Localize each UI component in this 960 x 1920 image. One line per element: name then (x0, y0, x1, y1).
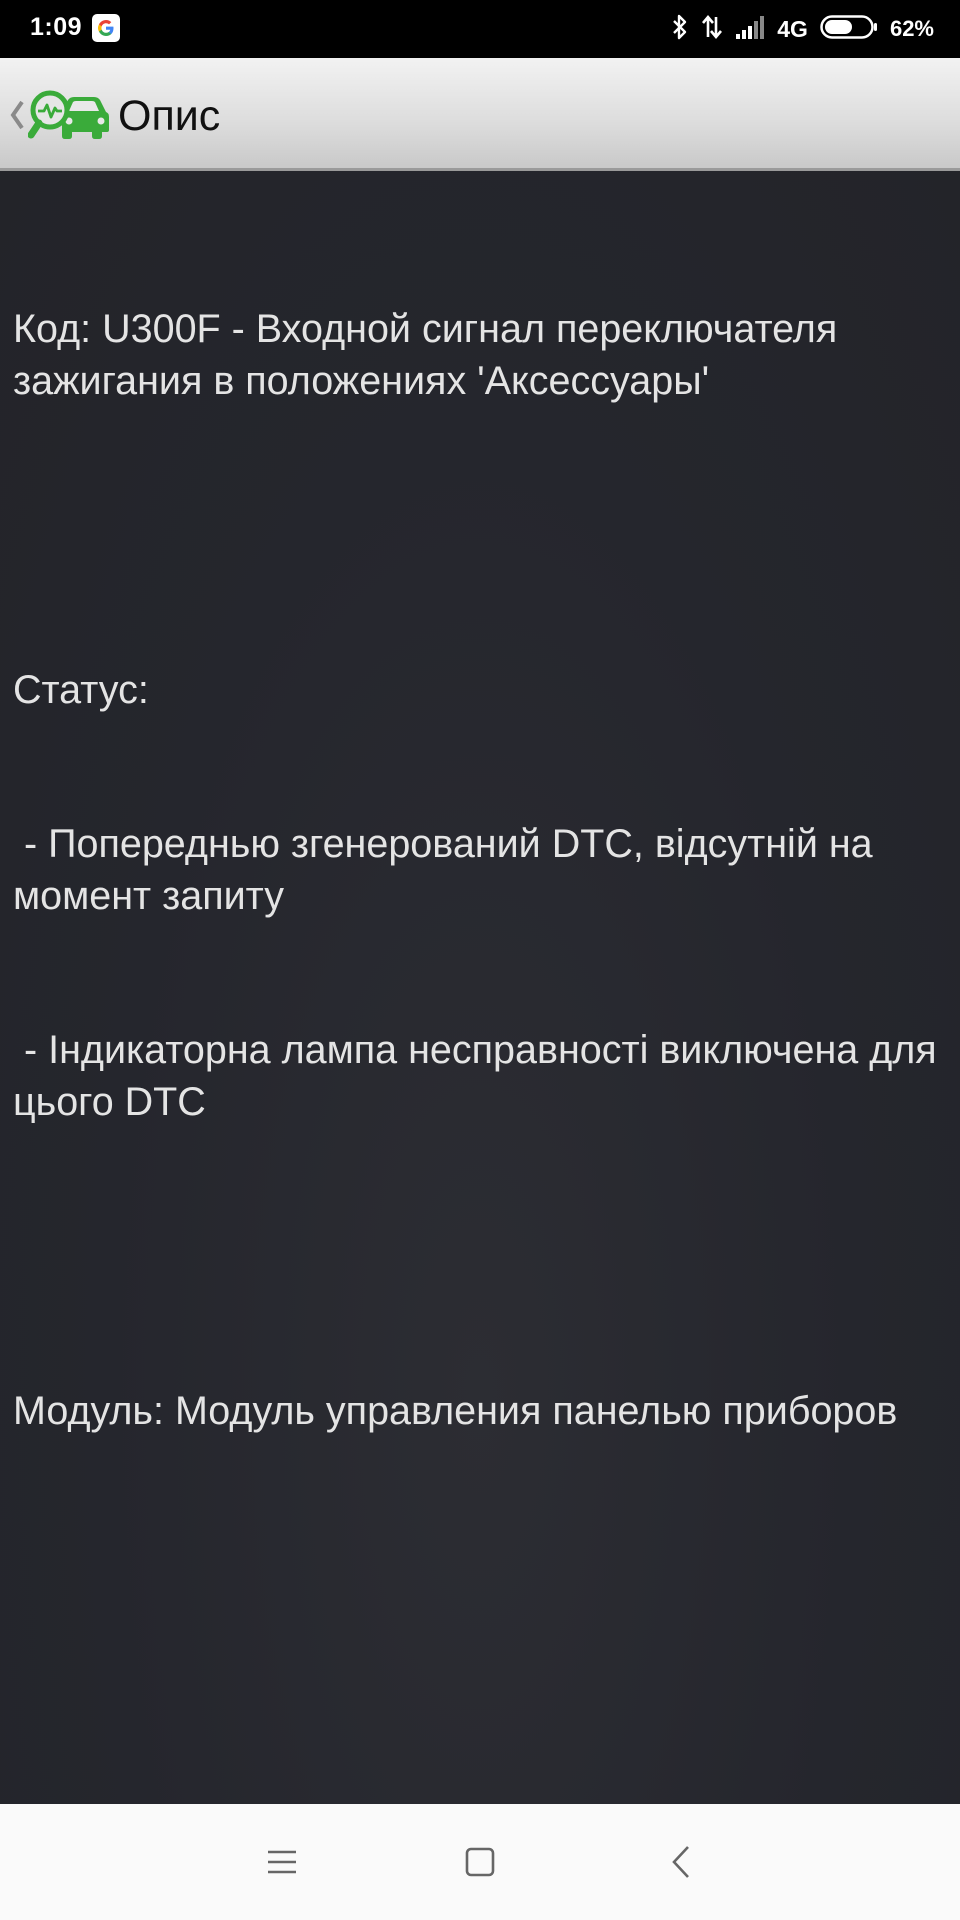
network-type: 4G (777, 15, 808, 42)
home-icon[interactable] (456, 1838, 504, 1886)
car-diagnostic-logo-icon[interactable] (27, 86, 110, 151)
navigation-bar (0, 1804, 960, 1920)
back-chevron-icon[interactable] (8, 98, 26, 137)
dtc-code-line: Код: U300F - Входной сигнал переключател… (13, 307, 849, 403)
data-arrows-icon (701, 13, 723, 46)
google-icon (92, 14, 120, 42)
bluetooth-icon (671, 13, 689, 46)
battery-icon (820, 14, 878, 45)
back-icon[interactable] (658, 1838, 706, 1886)
status-label: Статус: (13, 667, 149, 712)
screen: 1:09 4G 62% Опис Код: U300F - Входной си… (0, 0, 960, 1920)
status-icons: 4G 62% (659, 10, 934, 48)
description-panel: Код: U300F - Входной сигнал переключател… (0, 171, 960, 1804)
toolbar: Опис (0, 58, 960, 171)
signal-icon (735, 14, 765, 45)
module-line: Модуль: Модуль управления панелью прибор… (13, 1388, 898, 1433)
battery-percent: 62% (889, 16, 934, 41)
status-bar: 1:09 4G 62% (0, 0, 960, 58)
menu-icon[interactable] (258, 1838, 306, 1886)
description-text: Код: U300F - Входной сигнал переключател… (13, 201, 953, 1540)
status-time: 1:09 (30, 13, 83, 41)
status-item-1: - Попереднью згенерований DTC, відсутній… (13, 822, 884, 918)
status-item-2: - Індикаторна лампа несправності виключе… (13, 1028, 948, 1124)
page-title: Опис (118, 92, 221, 140)
